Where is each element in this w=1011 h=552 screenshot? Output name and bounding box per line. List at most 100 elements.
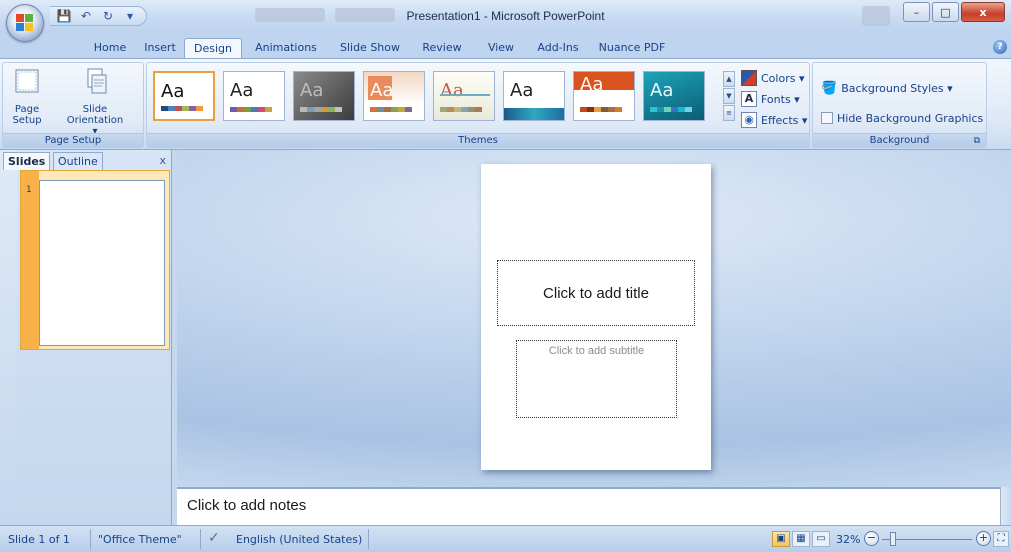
- gallery-down-icon[interactable]: ▼: [723, 88, 735, 104]
- minimize-button[interactable]: –: [903, 2, 930, 22]
- theme-preview-text: Aa: [161, 81, 185, 102]
- slide-thumbnail-selected[interactable]: 1: [20, 170, 170, 350]
- theme-preview-text: Aa: [300, 80, 324, 101]
- tab-home[interactable]: Home: [88, 38, 132, 58]
- pane-tabs: Slides Outline x: [3, 152, 172, 170]
- tab-slides[interactable]: Slides: [3, 152, 51, 170]
- tab-outline[interactable]: Outline: [53, 152, 103, 170]
- theme-color-bar: [650, 107, 692, 112]
- zoom-out-icon[interactable]: −: [864, 531, 879, 546]
- background-group-label-text: Background: [869, 135, 930, 146]
- group-background: 🪣 Background Styles ▾ Hide Background Gr…: [812, 62, 987, 148]
- background-styles-label: Background Styles ▾: [841, 81, 953, 95]
- normal-view-icon[interactable]: ▣: [772, 531, 790, 547]
- close-pane-icon[interactable]: x: [159, 154, 166, 167]
- paint-bucket-icon: 🪣: [821, 80, 838, 96]
- spelling-check-icon[interactable]: ✓: [208, 530, 220, 546]
- window-controls: – □ x: [903, 2, 1005, 22]
- theme-aspect[interactable]: Aa: [293, 71, 355, 121]
- theme-preview-text: Aa: [580, 74, 604, 95]
- tab-view[interactable]: View: [482, 38, 520, 58]
- tab-insert[interactable]: Insert: [140, 38, 180, 58]
- status-divider: [200, 529, 201, 549]
- theme-color-bar: [161, 106, 203, 111]
- dialog-launcher-icon[interactable]: ⧉: [974, 134, 980, 148]
- theme-foundry[interactable]: Aa: [643, 71, 705, 121]
- ribbon-tabs: Home Insert Design Animations Slide Show…: [0, 34, 1011, 58]
- maximize-button[interactable]: □: [932, 2, 959, 22]
- theme-color-bar: [580, 107, 622, 112]
- effects-button[interactable]: ◉ Effects ▾: [741, 111, 807, 129]
- group-themes: Aa Aa Aa Aa Aa Aa Aa Aa ▲ ▼ ≡ Colors ▾ A…: [146, 62, 810, 148]
- theme-color-bar: [370, 107, 412, 112]
- theme-preview-text: Aa: [370, 80, 394, 101]
- colors-label: Colors ▾: [761, 71, 805, 85]
- close-button[interactable]: x: [961, 2, 1005, 22]
- background-styles-button[interactable]: 🪣 Background Styles ▾: [821, 79, 953, 97]
- theme-preview-text: Aa: [510, 80, 534, 101]
- theme-color-bar: [300, 107, 342, 112]
- fonts-label: Fonts ▾: [761, 92, 800, 106]
- title-bar: 💾 ↶ ↻ ▾ Presentation1 - Microsoft PowerP…: [0, 0, 1011, 42]
- page-setup-label: Page Setup: [12, 104, 42, 126]
- office-button[interactable]: [6, 4, 44, 42]
- tab-slide-show[interactable]: Slide Show: [334, 38, 406, 58]
- fit-to-window-icon[interactable]: ⛶: [993, 531, 1009, 547]
- themes-group-label: Themes: [147, 133, 809, 147]
- slide-orientation-button[interactable]: Slide Orientation ▾: [51, 67, 139, 137]
- tab-animations[interactable]: Animations: [250, 38, 322, 58]
- slides-pane: Slides Outline x 1: [3, 150, 172, 525]
- slide-thumbnail[interactable]: [39, 180, 165, 346]
- theme-preview-text: Aa: [650, 80, 674, 101]
- zoom-level[interactable]: 32%: [836, 533, 860, 546]
- slide-orientation-icon: [87, 68, 107, 94]
- colors-button[interactable]: Colors ▾: [741, 69, 804, 87]
- page-setup-button[interactable]: Page Setup: [7, 67, 47, 126]
- effects-icon: ◉: [741, 112, 757, 128]
- workspace: Slides Outline x 1 Click to add title Cl…: [0, 150, 1011, 525]
- theme-apex[interactable]: Aa: [223, 71, 285, 121]
- theme-color-bar: [230, 107, 272, 112]
- themes-gallery-scroller: ▲ ▼ ≡: [723, 71, 735, 121]
- title-placeholder[interactable]: Click to add title: [497, 260, 695, 326]
- theme-accent-line: [440, 94, 490, 96]
- zoom-slider-thumb[interactable]: [890, 532, 896, 546]
- status-divider: [368, 529, 369, 549]
- slide[interactable]: Click to add title Click to add subtitle: [481, 164, 711, 470]
- slide-canvas: Click to add title Click to add subtitle: [177, 150, 1011, 487]
- page-setup-group-label: Page Setup: [3, 133, 143, 147]
- hide-background-graphics-checkbox[interactable]: Hide Background Graphics: [821, 109, 983, 127]
- theme-color-bar: [440, 107, 482, 112]
- colors-icon: [741, 70, 757, 86]
- theme-equity[interactable]: Aa: [503, 71, 565, 121]
- hide-background-graphics-label: Hide Background Graphics: [837, 111, 984, 125]
- theme-concourse[interactable]: Aa: [433, 71, 495, 121]
- notes-scrollbar[interactable]: [1000, 487, 1011, 525]
- theme-flow[interactable]: Aa: [573, 71, 635, 121]
- notes-pane[interactable]: Click to add notes: [177, 487, 1000, 525]
- slide-count: Slide 1 of 1: [8, 533, 70, 546]
- theme-name: "Office Theme": [98, 533, 182, 546]
- theme-civic[interactable]: Aa: [363, 71, 425, 121]
- left-edge-strip: [0, 150, 17, 525]
- tab-add-ins[interactable]: Add-Ins: [532, 38, 584, 58]
- checkbox-icon: [821, 112, 833, 124]
- tab-design[interactable]: Design: [184, 38, 242, 58]
- redacted-area: [862, 6, 890, 26]
- subtitle-placeholder[interactable]: Click to add subtitle: [516, 340, 677, 418]
- slide-sorter-view-icon[interactable]: ▦: [792, 531, 810, 547]
- status-divider: [90, 529, 91, 549]
- tab-review[interactable]: Review: [418, 38, 466, 58]
- help-icon[interactable]: ?: [993, 40, 1007, 54]
- notes-placeholder: Click to add notes: [187, 497, 307, 514]
- fonts-button[interactable]: A Fonts ▾: [741, 90, 800, 108]
- theme-preview-text: Aa: [440, 80, 464, 101]
- theme-office[interactable]: Aa: [153, 71, 215, 121]
- group-page-setup: Page Setup Slide Orientation ▾ Page Setu…: [2, 62, 144, 148]
- gallery-up-icon[interactable]: ▲: [723, 71, 735, 87]
- tab-nuance-pdf[interactable]: Nuance PDF: [594, 38, 670, 58]
- zoom-in-icon[interactable]: +: [976, 531, 991, 546]
- language[interactable]: English (United States): [236, 533, 362, 546]
- gallery-more-icon[interactable]: ≡: [723, 105, 735, 121]
- slide-show-view-icon[interactable]: ▭: [812, 531, 830, 547]
